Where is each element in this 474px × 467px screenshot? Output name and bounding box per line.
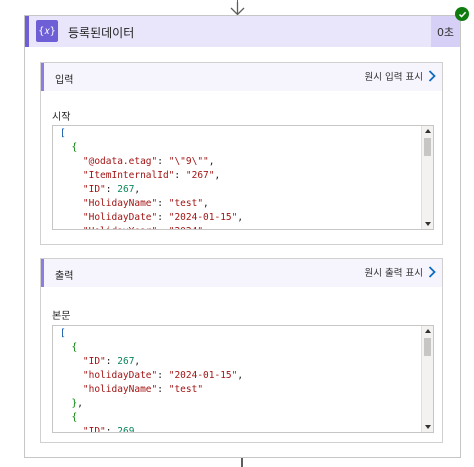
outputs-field-label: 본문: [52, 311, 71, 322]
show-raw-inputs-label: 원시 입력 표시: [364, 72, 423, 83]
json-line: "ItemInternalId": "267",: [82, 170, 221, 181]
inputs-section: 입력 원시 입력 표시 시작 [ { "@odata.etag": "\"9\"…: [40, 62, 443, 245]
inputs-section-header: 입력 원시 입력 표시: [41, 63, 442, 91]
outputs-section: 출력 원시 출력 표시 본문 [ { "ID": 267, "holidayDa…: [40, 258, 443, 443]
outputs-json-text: [ { "ID": 267, "holidayDate": "2024-01-1…: [60, 327, 419, 433]
inputs-json-text: [ { "@odata.etag": "\"9\"", "ItemInterna…: [60, 127, 419, 229]
success-check-icon: [455, 7, 469, 21]
json-line: {: [71, 412, 78, 423]
scroll-down-icon[interactable]: [425, 222, 431, 226]
flow-arrow-down-icon: [230, 2, 245, 16]
json-line: "ID": 267,: [82, 356, 141, 367]
json-line: [: [60, 328, 66, 339]
json-line: {: [71, 342, 78, 353]
json-line: "ID": 267,: [82, 184, 141, 195]
chevron-right-icon: [428, 266, 436, 278]
scroll-up-icon[interactable]: [425, 129, 431, 133]
action-title: 등록된데이터: [68, 26, 135, 40]
outputs-json-viewer[interactable]: [ { "ID": 267, "holidayDate": "2024-01-1…: [52, 325, 434, 433]
show-raw-outputs-link[interactable]: 원시 출력 표시: [365, 265, 436, 279]
json-line: [: [60, 128, 66, 139]
variable-braces-icon: {𝑥}: [36, 20, 58, 42]
scroll-thumb[interactable]: [424, 338, 431, 356]
outputs-section-header: 출력 원시 출력 표시: [41, 259, 442, 287]
scroll-thumb[interactable]: [424, 138, 431, 156]
json-line: "holidayDate": "2024-01-15",: [82, 370, 244, 381]
outputs-scrollbar[interactable]: [421, 326, 433, 432]
json-line: "HolidayYear": "2024",: [60, 225, 419, 229]
action-card: {𝑥} 등록된데이터 0초 입력 원시 입력 표시 시작 [ { "@odata…: [24, 15, 461, 458]
show-raw-inputs-link[interactable]: 원시 입력 표시: [365, 69, 436, 83]
json-line: "ID": 269,: [82, 426, 141, 433]
show-raw-outputs-label: 원시 출력 표시: [364, 268, 423, 279]
inputs-scrollbar[interactable]: [421, 126, 433, 229]
scroll-down-icon[interactable]: [425, 425, 431, 429]
json-line: "HolidayDate": "2024-01-15",: [82, 212, 244, 223]
action-card-header[interactable]: {𝑥} 등록된데이터 0초: [25, 16, 460, 47]
outputs-section-title: 출력: [55, 271, 74, 282]
scroll-up-icon[interactable]: [425, 329, 431, 333]
json-line: "HolidayName": "test",: [82, 198, 209, 209]
json-line: {: [71, 142, 78, 153]
json-line: "holidayName": "test": [82, 384, 204, 395]
chevron-right-icon: [428, 70, 436, 82]
duration-badge: 0초: [431, 16, 460, 47]
inputs-json-viewer[interactable]: [ { "@odata.etag": "\"9\"", "ItemInterna…: [52, 125, 434, 230]
json-line: "@odata.etag": "\"9\"",: [82, 156, 215, 167]
json-line: },: [71, 398, 83, 409]
flow-connector-bottom: [241, 458, 243, 467]
inputs-field-label: 시작: [52, 112, 71, 123]
inputs-section-title: 입력: [55, 75, 74, 86]
